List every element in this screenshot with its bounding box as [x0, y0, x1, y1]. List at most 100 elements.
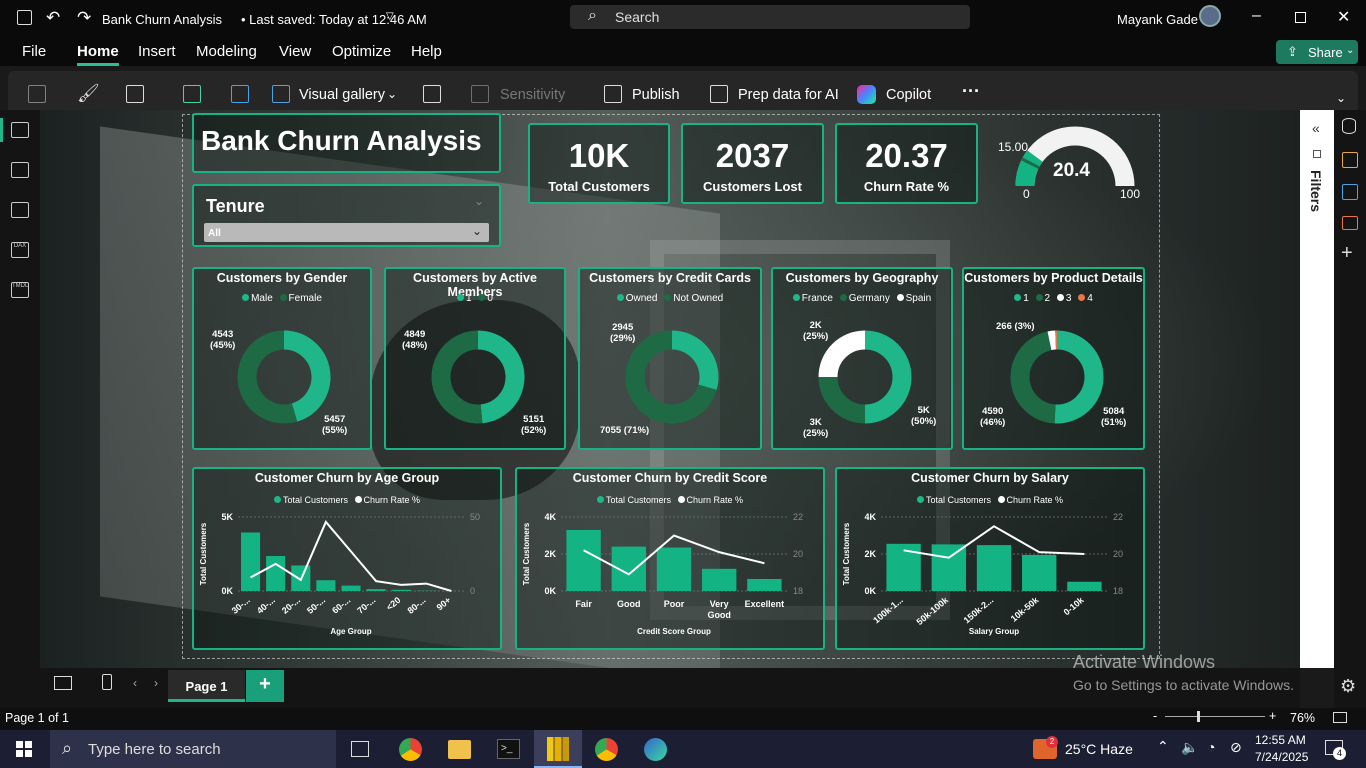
build-visual-icon[interactable] [1342, 152, 1358, 168]
legend-item-3[interactable]: 3 [1056, 293, 1071, 304]
legend-item-owned[interactable]: Owned [616, 293, 657, 304]
legend-item-total[interactable]: Total Customers [596, 495, 671, 505]
format-painter-icon[interactable]: 🖌 [77, 83, 100, 104]
visual-gallery-icon[interactable] [272, 85, 290, 103]
menu-help[interactable]: Help [411, 43, 442, 60]
legend-item-total[interactable]: Total Customers [273, 495, 348, 505]
donut-slice[interactable] [818, 376, 866, 424]
format-visual-icon[interactable] [1342, 184, 1358, 200]
slicer-dropdown[interactable]: All ⌄ [204, 223, 489, 242]
kpi-churn-rate[interactable]: 20.37 Churn Rate % [835, 123, 978, 204]
publish-icon[interactable] [604, 85, 622, 103]
model-view-icon[interactable] [11, 202, 29, 218]
zoom-slider-handle[interactable] [1197, 711, 1200, 722]
legend-item-spain[interactable]: Spain [896, 293, 931, 304]
legend-item-4[interactable]: 4 [1078, 293, 1093, 304]
donut-slice[interactable] [1010, 331, 1057, 424]
wifi-icon[interactable]: ◔ [1207, 739, 1215, 755]
prev-page-icon[interactable]: ‹ [133, 676, 137, 690]
legend-item-0[interactable]: 0 [478, 293, 493, 304]
minimize-icon[interactable]: – [1252, 7, 1261, 25]
chevron-down-icon[interactable]: ⌄ [474, 194, 484, 208]
bar[interactable] [366, 589, 386, 591]
legend-item-total[interactable]: Total Customers [916, 495, 991, 505]
donut-slice[interactable] [1054, 330, 1104, 424]
add-pane-icon[interactable]: + [1341, 242, 1353, 265]
legend-item-2[interactable]: 2 [1035, 293, 1050, 304]
legend-item-churn[interactable]: Churn Rate % [677, 495, 743, 505]
donut-geography[interactable]: Customers by Geography France Germany Sp… [771, 267, 953, 450]
prep-data-icon[interactable] [710, 85, 728, 103]
speaker-icon[interactable]: 🔈 [1181, 739, 1198, 756]
bar[interactable] [1067, 581, 1102, 591]
paste-icon[interactable] [28, 85, 46, 103]
legend-item-1[interactable]: 1 [1014, 293, 1029, 304]
edge-icon[interactable] [644, 738, 667, 761]
kpi-customers-lost[interactable]: 2037 Customers Lost [681, 123, 824, 204]
copilot-button[interactable]: Copilot [886, 87, 931, 103]
bar[interactable] [391, 589, 411, 591]
clock-date[interactable]: 7/24/2025 [1255, 750, 1308, 764]
prep-data-button[interactable]: Prep data for AI [738, 87, 839, 103]
terminal-icon[interactable]: >_ [497, 739, 520, 759]
report-canvas[interactable]: Bank Churn Analysis Tenure ⌄ All ⌄ 10K T… [40, 110, 1300, 668]
churn-gauge[interactable]: 20.4 15.00 0 100 [990, 118, 1160, 208]
tmdl-view-icon[interactable]: TMDL [11, 282, 29, 298]
legend-item-1[interactable]: 1 [457, 293, 472, 304]
bar[interactable] [241, 532, 261, 591]
donut-product-details[interactable]: Customers by Product Details 1 2 3 4 266… [962, 267, 1145, 450]
donut-credit-cards[interactable]: Customers by Credit Cards Owned Not Owne… [578, 267, 762, 450]
chart-churn-by-salary[interactable]: Customer Churn by Salary Total Customers… [835, 467, 1145, 650]
mobile-layout-icon[interactable] [102, 674, 112, 690]
bar[interactable] [931, 544, 966, 591]
menu-home[interactable]: Home [77, 43, 119, 66]
chart-churn-by-credit-score[interactable]: Customer Churn by Credit Score Total Cus… [515, 467, 825, 650]
weather-text[interactable]: 25°C Haze [1065, 741, 1133, 757]
close-icon[interactable]: ✕ [1337, 7, 1350, 27]
more-options-icon[interactable]: ··· [962, 81, 980, 102]
legend-item-france[interactable]: France [792, 293, 833, 304]
settings-gear-icon[interactable]: ⚙ [1340, 676, 1356, 697]
donut-slice[interactable] [671, 330, 719, 390]
task-view-icon[interactable] [351, 741, 369, 757]
chrome-profile-icon[interactable] [595, 738, 618, 761]
desktop-layout-icon[interactable] [54, 676, 72, 690]
add-page-button[interactable]: + [246, 670, 284, 702]
next-page-icon[interactable]: › [154, 676, 158, 690]
taskbar-app-powerbi[interactable] [534, 730, 582, 768]
menu-modeling[interactable]: Modeling [196, 43, 257, 60]
avatar[interactable] [1199, 5, 1221, 27]
bar[interactable] [656, 547, 692, 591]
undo-icon[interactable]: ↶ [46, 8, 60, 28]
new-visual-icon[interactable] [231, 85, 249, 103]
menu-optimize[interactable]: Optimize [332, 43, 391, 60]
table-view-icon[interactable] [11, 162, 29, 178]
copilot-icon[interactable] [857, 85, 876, 104]
network-icon[interactable]: ⊘ [1230, 739, 1242, 756]
zoom-in-button[interactable]: + [1269, 709, 1276, 723]
legend-item-churn[interactable]: Churn Rate % [354, 495, 420, 505]
clock-time[interactable]: 12:55 AM [1255, 733, 1306, 747]
calculator-icon[interactable] [423, 85, 441, 103]
menu-view[interactable]: View [279, 43, 311, 60]
chart-churn-by-age[interactable]: Customer Churn by Age Group Total Custom… [192, 467, 502, 650]
file-explorer-icon[interactable] [448, 740, 471, 759]
donut-slice[interactable] [864, 330, 912, 424]
bar[interactable] [316, 580, 336, 591]
donut-active-members[interactable]: Customers by Active Members 1 0 4849 (48%… [384, 267, 566, 450]
redo-icon[interactable]: ↷ [77, 8, 91, 28]
donut-slice[interactable] [1047, 330, 1057, 351]
donut-slice[interactable] [431, 330, 483, 424]
chevron-up-icon[interactable]: ⌃ [1157, 738, 1169, 755]
donut-slice[interactable] [477, 330, 525, 424]
share-button[interactable]: ⇪ Share ⌄ [1276, 40, 1358, 64]
legend-item-germany[interactable]: Germany [839, 293, 890, 304]
legend-item-female[interactable]: Female [279, 293, 322, 304]
chevron-down-icon[interactable]: ⌄ [387, 87, 397, 101]
legend-item-churn[interactable]: Churn Rate % [997, 495, 1063, 505]
chrome-icon[interactable] [399, 738, 422, 761]
donut-gender[interactable]: Customers by Gender Male Female 4543 (45%… [192, 267, 372, 450]
maximize-icon[interactable] [1295, 12, 1306, 23]
bar[interactable] [702, 568, 737, 591]
bar[interactable] [976, 545, 1012, 591]
